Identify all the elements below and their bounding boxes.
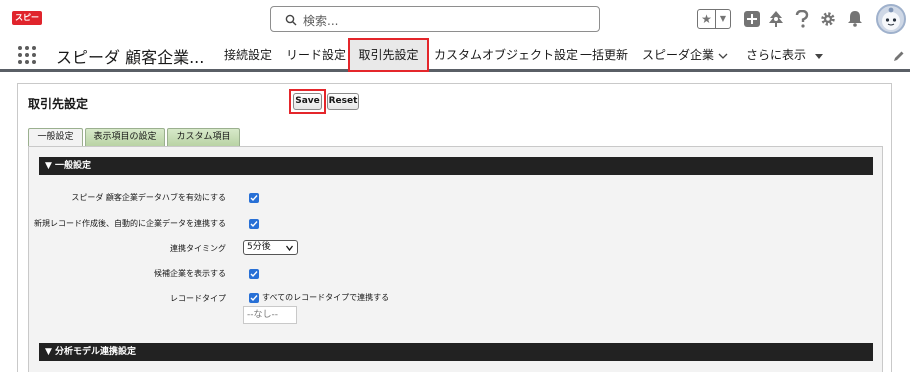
tab-account-settings[interactable]: 取引先設定 <box>348 38 429 72</box>
help-icon[interactable] <box>795 10 809 28</box>
caret-down-icon[interactable] <box>814 51 824 61</box>
trailhead-icon[interactable] <box>767 10 785 28</box>
chevron-down-icon[interactable] <box>718 51 728 61</box>
search-input[interactable]: 検索... <box>270 6 600 32</box>
enable-hub-label: スピーダ 顧客企業データハブを有効にする <box>71 193 226 202</box>
tab-connection-settings[interactable]: 接続設定 <box>222 38 274 72</box>
enable-hub-checkbox[interactable] <box>249 193 259 203</box>
auto-link-checkbox[interactable] <box>249 219 259 229</box>
auto-link-label: 新規レコード作成後、自動的に企業データを連携する <box>34 219 226 228</box>
avatar-face-icon <box>882 7 900 30</box>
record-type-all-checkbox[interactable] <box>249 293 259 303</box>
gear-icon[interactable] <box>820 11 836 27</box>
global-header: スピーダ 検索... ★ ▼ <box>0 0 910 38</box>
tab-more[interactable]: さらに表示 <box>744 38 808 72</box>
timing-select-value: 5分後 <box>247 242 271 252</box>
section-model-header[interactable]: ▼ 分析モデル連携設定 <box>39 343 873 361</box>
avatar[interactable] <box>876 4 906 34</box>
tab-bulk-update[interactable]: 一括更新 <box>578 38 630 72</box>
account-settings-panel: 取引先設定 Save Reset 一般設定 表示項目の設定 カスタム項目 ▼ 一… <box>17 83 892 372</box>
record-type-none-list[interactable]: --なし-- <box>243 306 297 324</box>
timing-label: 連携タイミング <box>170 244 226 253</box>
show-candidates-checkbox[interactable] <box>249 269 259 279</box>
save-button-highlight: Save <box>289 89 326 114</box>
bell-icon[interactable] <box>847 10 863 27</box>
show-candidates-label: 候補企業を表示する <box>154 269 226 278</box>
timing-select[interactable]: 5分後 <box>243 240 298 255</box>
page-title: 取引先設定 <box>28 97 89 111</box>
favorites-button[interactable]: ★ ▼ <box>697 9 731 29</box>
save-button[interactable]: Save <box>293 93 322 110</box>
subtab-display-fields[interactable]: 表示項目の設定 <box>85 128 165 146</box>
global-actions-icon[interactable] <box>744 11 760 27</box>
subtab-general[interactable]: 一般設定 <box>28 128 83 146</box>
tab-custom-object-settings[interactable]: カスタムオブジェクト設定 <box>434 38 578 72</box>
record-type-all-label: すべてのレコードタイプで連携する <box>262 293 390 302</box>
app-name: スピーダ 顧客企業... <box>56 48 205 67</box>
search-icon <box>285 14 297 26</box>
search-placeholder: 検索... <box>303 14 339 28</box>
app-launcher-icon[interactable] <box>18 46 36 64</box>
edit-nav-icon[interactable] <box>893 50 905 62</box>
record-type-label: レコードタイプ <box>170 294 226 303</box>
chevron-down-icon[interactable]: ▼ <box>716 10 730 28</box>
reset-button[interactable]: Reset <box>327 93 359 110</box>
app-logo[interactable]: スピーダ <box>12 11 42 36</box>
chevron-down-icon <box>286 245 293 251</box>
tab-lead-settings[interactable]: リード設定 <box>286 38 346 72</box>
star-icon[interactable]: ★ <box>698 10 716 28</box>
tab-speeda-companies[interactable]: スピーダ企業 <box>642 38 714 72</box>
app-navigation-bar: スピーダ 顧客企業... 接続設定 リード設定 取引先設定 カスタムオブジェクト… <box>0 38 910 72</box>
section-general-header[interactable]: ▼ 一般設定 <box>39 157 873 175</box>
general-settings-body: ▼ 一般設定 スピーダ 顧客企業データハブを有効にする 新規レコード作成後、自動… <box>28 146 883 372</box>
subtab-custom-fields[interactable]: カスタム項目 <box>167 128 240 146</box>
